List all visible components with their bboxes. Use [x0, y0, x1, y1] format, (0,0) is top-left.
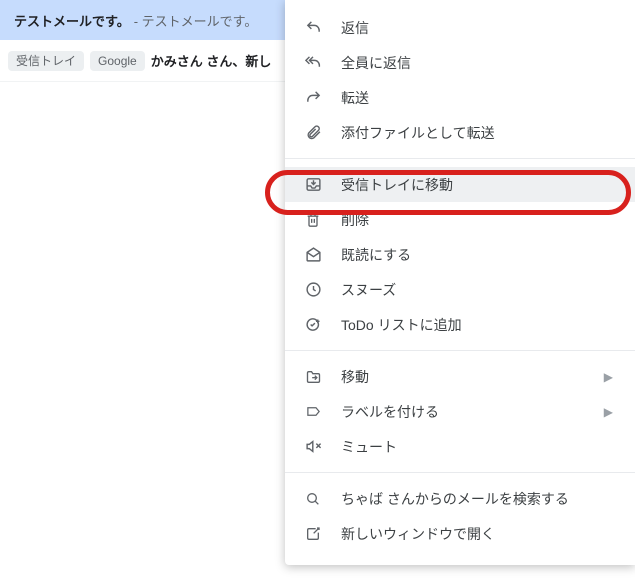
menu-label: ミュート [341, 437, 613, 457]
menu-item-forward-attachment[interactable]: 添付ファイルとして転送 [285, 115, 635, 150]
inbox-icon [303, 175, 323, 195]
reply-all-icon [303, 53, 323, 73]
menu-item-open-new-window[interactable]: 新しいウィンドウで開く [285, 516, 635, 551]
menu-item-add-task[interactable]: ToDo リストに追加 [285, 307, 635, 342]
menu-label: 転送 [341, 88, 613, 108]
menu-divider [285, 472, 635, 473]
menu-label: 全員に返信 [341, 53, 613, 73]
trash-icon [303, 210, 323, 230]
context-menu: 返信 全員に返信 転送 添付ファイルとして転送 受信トレイに移動 削除 [285, 0, 635, 565]
open-new-window-icon [303, 524, 323, 544]
label-inbox-chip: 受信トレイ [8, 51, 84, 71]
search-icon [303, 489, 323, 509]
clock-icon [303, 280, 323, 300]
menu-label: 既読にする [341, 245, 613, 265]
label-icon [303, 402, 323, 422]
attachment-icon [303, 123, 323, 143]
menu-label: 削除 [341, 210, 613, 230]
menu-item-mark-read[interactable]: 既読にする [285, 237, 635, 272]
menu-item-find-emails-from[interactable]: ちゃば さんからのメールを検索する [285, 481, 635, 516]
menu-label: 移動 [341, 367, 604, 387]
menu-label: ちゃば さんからのメールを検索する [341, 489, 613, 509]
menu-item-reply[interactable]: 返信 [285, 10, 635, 45]
email-snippet: - テストメールです。 [134, 11, 258, 30]
task-add-icon [303, 315, 323, 335]
forward-icon [303, 88, 323, 108]
menu-item-snooze[interactable]: スヌーズ [285, 272, 635, 307]
mute-icon [303, 437, 323, 457]
menu-item-mute[interactable]: ミュート [285, 429, 635, 464]
menu-label: ToDo リストに追加 [341, 315, 613, 335]
menu-divider [285, 158, 635, 159]
folder-move-icon [303, 367, 323, 387]
menu-label: 添付ファイルとして転送 [341, 123, 613, 143]
menu-item-forward[interactable]: 転送 [285, 80, 635, 115]
reply-icon [303, 18, 323, 38]
menu-item-reply-all[interactable]: 全員に返信 [285, 45, 635, 80]
mail-open-icon [303, 245, 323, 265]
menu-divider [285, 350, 635, 351]
menu-label: ラベルを付ける [341, 402, 604, 422]
email-subject: テストメールです。 [14, 11, 130, 30]
menu-label: 受信トレイに移動 [341, 175, 613, 195]
email-subject: かみさん さん、新し [151, 51, 272, 70]
label-google-chip: Google [90, 51, 145, 71]
menu-item-move-to[interactable]: 移動 ▶ [285, 359, 635, 394]
menu-label: スヌーズ [341, 280, 613, 300]
menu-label: 新しいウィンドウで開く [341, 524, 613, 544]
menu-label: 返信 [341, 18, 613, 38]
chevron-right-icon: ▶ [604, 370, 613, 384]
menu-item-label-as[interactable]: ラベルを付ける ▶ [285, 394, 635, 429]
chevron-right-icon: ▶ [604, 405, 613, 419]
menu-item-delete[interactable]: 削除 [285, 202, 635, 237]
menu-item-move-to-inbox[interactable]: 受信トレイに移動 [285, 167, 635, 202]
